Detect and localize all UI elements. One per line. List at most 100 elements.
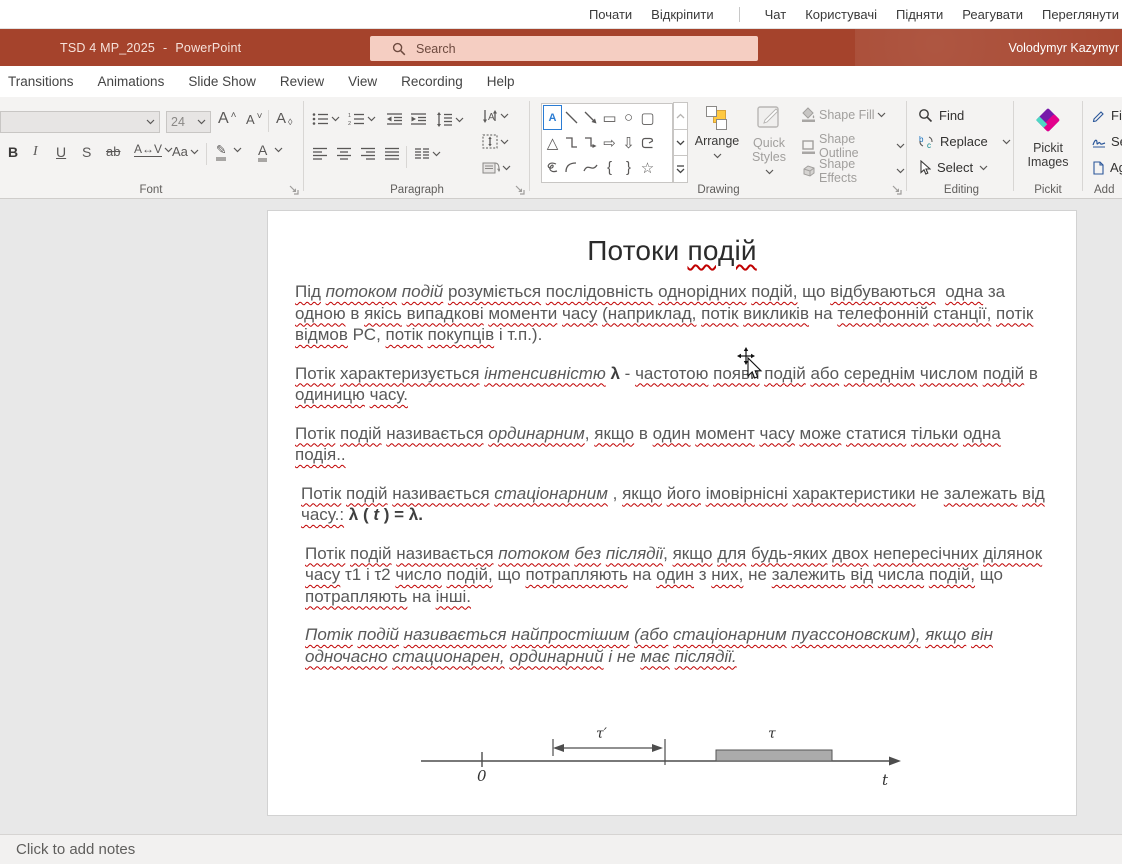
justify-button[interactable] <box>384 147 400 160</box>
slide-body-textbox[interactable]: Під потоком подій розуміється послідовні… <box>295 281 1045 684</box>
shape-round-corner-shape-icon[interactable] <box>638 130 657 155</box>
replace-button[interactable]: bcReplace <box>918 134 1011 149</box>
shape-arrow-line-icon[interactable] <box>581 105 600 130</box>
shapes-gallery[interactable]: A ▭○▢ △ ⇨⇩{}☆ <box>541 103 673 183</box>
pickit-group-label: Pickit <box>1016 184 1080 196</box>
line-spacing-button[interactable] <box>436 112 464 127</box>
columns-button[interactable] <box>414 147 441 160</box>
bullets-button[interactable] <box>312 112 340 126</box>
shape-brace-right-icon[interactable]: } <box>619 155 638 180</box>
tab-animations[interactable]: Animations <box>98 74 165 89</box>
chevron-down-icon <box>367 116 376 122</box>
arrange-icon <box>704 105 730 131</box>
paragraph-dialog-launcher[interactable] <box>514 184 525 195</box>
arrange-button[interactable]: Arrange <box>692 105 742 162</box>
addin-signature-button[interactable]: Se <box>1092 134 1122 149</box>
underline-button[interactable]: U <box>56 144 66 160</box>
chevron-down-icon <box>713 153 722 159</box>
character-spacing-button[interactable]: A↔V <box>134 142 173 157</box>
meeting-item-7[interactable]: Переглянути <box>1042 7 1119 22</box>
addin-agreement-button[interactable]: Ag <box>1092 160 1122 175</box>
text-run: Потоки <box>587 235 687 266</box>
shape-brace-left-icon[interactable]: { <box>600 155 619 180</box>
select-icon <box>918 160 931 175</box>
bold-button[interactable]: B <box>8 144 18 160</box>
tab-help[interactable]: Help <box>487 74 515 89</box>
find-button[interactable]: Find <box>918 108 964 123</box>
shape-triangle-icon[interactable]: △ <box>543 130 562 155</box>
search-box[interactable]: Search <box>370 36 758 61</box>
timeline-diagram[interactable]: 0 τ′ τ t <box>408 723 928 801</box>
shape-arc-icon[interactable] <box>562 155 581 180</box>
meeting-item-2[interactable]: Відкріпити <box>651 7 713 22</box>
word: стационарен, <box>392 647 504 666</box>
shape-block-arrow-down-icon[interactable]: ⇩ <box>619 130 638 155</box>
slide-title[interactable]: Потоки подій <box>268 235 1076 267</box>
paragraph-4: Потік подій називається стаціонарним , я… <box>301 483 1045 526</box>
meeting-item-1[interactable]: Почати <box>589 7 632 22</box>
word: статися <box>846 424 906 443</box>
meeting-item-3[interactable]: Чат <box>765 7 787 22</box>
gallery-scroll-up-button[interactable] <box>673 102 688 130</box>
shrink-font-button[interactable]: A˅ <box>246 112 263 127</box>
shape-rectangle-icon[interactable]: ▭ <box>600 105 619 130</box>
double-strikethrough-button[interactable]: ab <box>106 144 120 159</box>
text-highlight-button[interactable]: ✎ <box>216 142 242 157</box>
convert-to-smartart-button[interactable] <box>482 160 511 175</box>
meeting-item-5[interactable]: Підняти <box>896 7 943 22</box>
grow-font-button[interactable]: A˄ <box>218 110 237 128</box>
quick-styles-label: Quick <box>746 136 792 150</box>
tab-review[interactable]: Review <box>280 74 324 89</box>
align-right-button[interactable] <box>360 147 376 160</box>
shape-scribble-icon[interactable] <box>543 155 562 180</box>
align-text-button[interactable] <box>482 134 509 149</box>
shape-rounded-rectangle-icon[interactable]: ▢ <box>638 105 657 130</box>
italic-button[interactable]: I <box>33 144 38 160</box>
select-button[interactable]: Select <box>918 160 988 175</box>
shape-curve-icon[interactable] <box>581 155 600 180</box>
drawing-dialog-launcher[interactable] <box>891 184 902 195</box>
addin-fill-sign-button[interactable]: Fil <box>1092 108 1122 123</box>
gallery-expand-button[interactable] <box>673 155 688 183</box>
tab-recording[interactable]: Recording <box>401 74 463 89</box>
word: одиницю <box>295 385 365 404</box>
font-name-combo[interactable] <box>0 111 160 133</box>
word: що <box>980 565 1003 584</box>
italic-run: стаціонарним <box>494 484 612 503</box>
gallery-scroll-down-button[interactable] <box>673 129 688 157</box>
shape-textbox-icon[interactable]: A <box>543 105 562 130</box>
shape-line-icon[interactable] <box>562 105 581 130</box>
increase-indent-button[interactable] <box>410 112 427 126</box>
word: подій <box>402 282 443 301</box>
clear-formatting-button[interactable]: A◊ <box>276 110 292 127</box>
account-user-name[interactable]: Volodymyr Kazymyr <box>1009 29 1119 66</box>
gallery-expand-icon <box>676 165 685 174</box>
change-case-button[interactable]: Aa <box>172 144 199 159</box>
slide[interactable]: Потоки подій Під потоком подій розумієть… <box>267 210 1077 816</box>
align-left-button[interactable] <box>312 147 328 160</box>
word: подій <box>340 424 381 443</box>
numbering-button[interactable]: 12 <box>348 112 376 126</box>
tab-slide-show[interactable]: Slide Show <box>188 74 256 89</box>
meeting-item-4[interactable]: Користувачі <box>805 7 877 22</box>
shape-star-icon[interactable]: ☆ <box>638 155 657 180</box>
chevron-down-icon <box>765 169 774 175</box>
tab-view[interactable]: View <box>348 74 377 89</box>
tab-transitions[interactable]: Transitions <box>8 74 74 89</box>
shape-elbow-connector-icon[interactable] <box>562 130 581 155</box>
pickit-images-button[interactable]: Pickit Images <box>1016 105 1080 169</box>
shape-elbow-arrow-connector-icon[interactable] <box>581 130 600 155</box>
strikethrough-button[interactable]: S <box>82 144 91 160</box>
meeting-item-6[interactable]: Реагувати <box>962 7 1023 22</box>
powerpoint-window: Почати Відкріпити Чат Користувачі Підняти Реа… <box>0 0 1122 864</box>
align-center-button[interactable] <box>336 147 352 160</box>
font-size-combo[interactable]: 24 <box>166 111 211 133</box>
shape-block-arrow-right-icon[interactable]: ⇨ <box>600 130 619 155</box>
word: тільки <box>911 424 958 443</box>
text-direction-button[interactable]: A <box>482 108 509 123</box>
decrease-indent-button[interactable] <box>386 112 403 126</box>
shape-oval-icon[interactable]: ○ <box>619 105 638 130</box>
font-dialog-launcher[interactable] <box>288 184 299 195</box>
font-color-button[interactable]: A <box>258 142 283 158</box>
notes-pane[interactable]: Click to add notes <box>0 834 1122 864</box>
